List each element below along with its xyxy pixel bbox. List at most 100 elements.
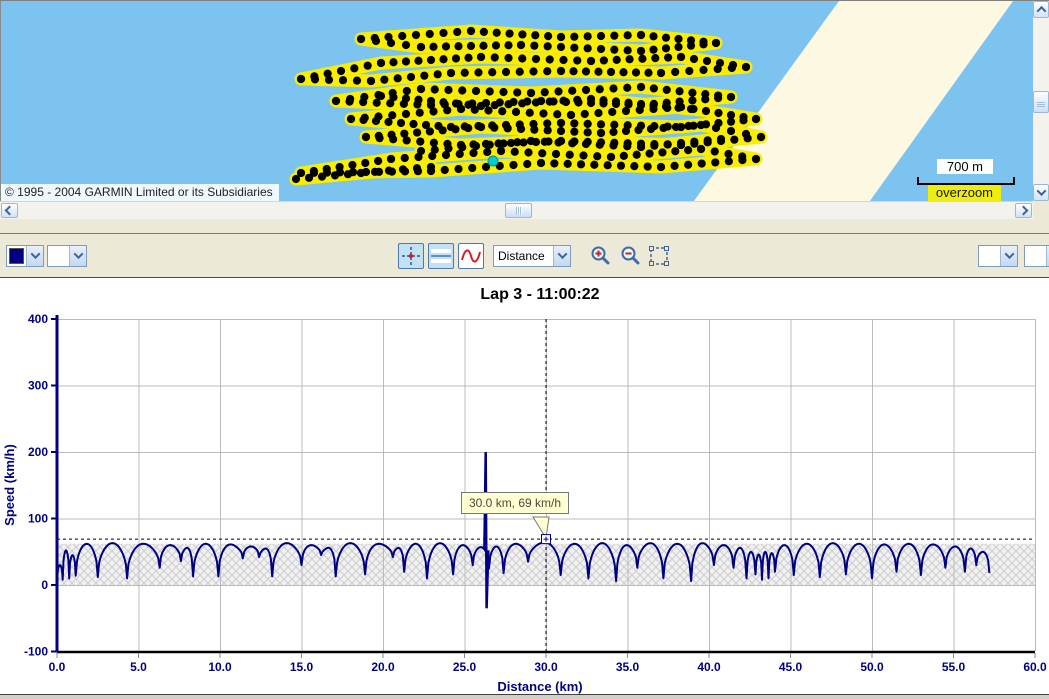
chart-panel[interactable]: 4003002001000-1000.05.010.015.020.025.03… (0, 279, 1049, 699)
track-point (380, 76, 388, 84)
track-point (630, 162, 638, 170)
track-point (730, 136, 738, 144)
right-combo-2[interactable] (1024, 245, 1049, 267)
track-point (711, 158, 719, 166)
track-point (584, 32, 592, 40)
track-point (297, 75, 305, 83)
track-point (662, 102, 670, 110)
combo-value (979, 246, 1000, 266)
overzoom-badge: overzoom (928, 185, 1001, 201)
track-point (650, 142, 658, 150)
track-point (675, 87, 683, 95)
curve-toggle-button[interactable] (458, 243, 484, 269)
zoom-in-icon (590, 245, 612, 267)
track-point (491, 53, 499, 61)
track-point (509, 161, 517, 169)
hscroll-thumb[interactable] (505, 203, 532, 218)
series-color-picker[interactable] (6, 245, 44, 267)
zoom-in-button[interactable] (590, 245, 612, 267)
map-view[interactable]: © 1995 - 2004 GARMIN Limited or its Subs… (0, 1, 1033, 201)
map-horizontal-scrollbar[interactable] (0, 201, 1033, 219)
track-point (427, 163, 435, 171)
track-point (552, 150, 560, 158)
track-point (553, 110, 561, 118)
chart-svg[interactable]: 4003002001000-1000.05.010.015.020.025.03… (0, 279, 1049, 694)
track-point (517, 41, 525, 49)
track-point (486, 141, 494, 149)
crosshair-toggle-button[interactable] (398, 243, 424, 269)
track-point (554, 87, 562, 95)
x-tick-label: 20.0 (371, 660, 395, 674)
track-point (417, 147, 425, 155)
track-point (523, 160, 531, 168)
scroll-right-button[interactable] (1015, 203, 1032, 218)
track-point (413, 128, 421, 136)
track-point (727, 127, 735, 135)
track-point (444, 144, 452, 152)
track-point (637, 31, 645, 39)
zoom-selection-button[interactable] (648, 245, 670, 267)
zoom-selection-icon (648, 245, 670, 267)
track-point (557, 43, 565, 51)
scroll-left-button[interactable] (1, 203, 18, 218)
bands-toggle-button[interactable] (428, 243, 454, 269)
track-point (600, 56, 608, 64)
track-point (657, 163, 665, 171)
track-point (467, 42, 475, 50)
track-point (622, 107, 630, 115)
x-tick-label: 60.0 (1023, 660, 1047, 674)
track-point (429, 43, 437, 51)
track-point (637, 47, 645, 55)
track-point (362, 133, 370, 141)
track-point (584, 120, 592, 128)
track-point (486, 87, 494, 95)
right-combo-1[interactable] (978, 245, 1018, 267)
track-point (441, 166, 449, 174)
track-point (684, 146, 692, 154)
track-point (504, 41, 512, 49)
track-point (584, 128, 592, 136)
track-point (617, 162, 625, 170)
x-tick-label: 0.0 (49, 660, 66, 674)
track-point (674, 104, 682, 112)
track-point (597, 129, 605, 137)
track-point (439, 55, 447, 63)
vscroll-thumb[interactable] (1033, 91, 1049, 113)
zoom-out-button[interactable] (620, 245, 642, 267)
track-point (439, 98, 447, 106)
track-point (504, 54, 512, 62)
track-point (587, 95, 595, 103)
dropdown-arrow-icon[interactable] (69, 246, 86, 266)
scroll-up-button[interactable] (1033, 1, 1049, 18)
track-point (464, 124, 472, 132)
track-point (662, 44, 670, 52)
track-point (544, 32, 552, 40)
track-point (632, 68, 640, 76)
track-point (623, 142, 631, 150)
dropdown-arrow-icon[interactable] (1000, 246, 1017, 266)
y-tick-label: 300 (28, 379, 48, 393)
track-point (412, 31, 420, 39)
track-point (590, 161, 598, 169)
x-tick-label: 50.0 (860, 660, 884, 674)
track-point (493, 29, 501, 37)
track-point (402, 110, 410, 118)
map-vertical-scrollbar[interactable] (1033, 1, 1049, 201)
track-point (499, 139, 507, 147)
track-point (490, 124, 498, 132)
chart-title: Lap 3 - 11:00:22 (0, 286, 1049, 304)
dropdown-arrow-icon[interactable] (553, 246, 570, 266)
track-point (554, 138, 562, 146)
x-axis-combo[interactable]: Distance (493, 245, 571, 267)
track-point (417, 43, 425, 51)
track-point (385, 167, 393, 175)
track-point (573, 56, 581, 64)
scroll-down-button[interactable] (1033, 184, 1049, 201)
track-point (389, 58, 397, 66)
series-select-combo[interactable] (47, 245, 87, 267)
track-point (566, 151, 574, 159)
track-point (624, 31, 632, 39)
track-point (582, 67, 590, 75)
dropdown-arrow-icon[interactable] (26, 246, 43, 266)
thumb-grip (518, 207, 519, 215)
